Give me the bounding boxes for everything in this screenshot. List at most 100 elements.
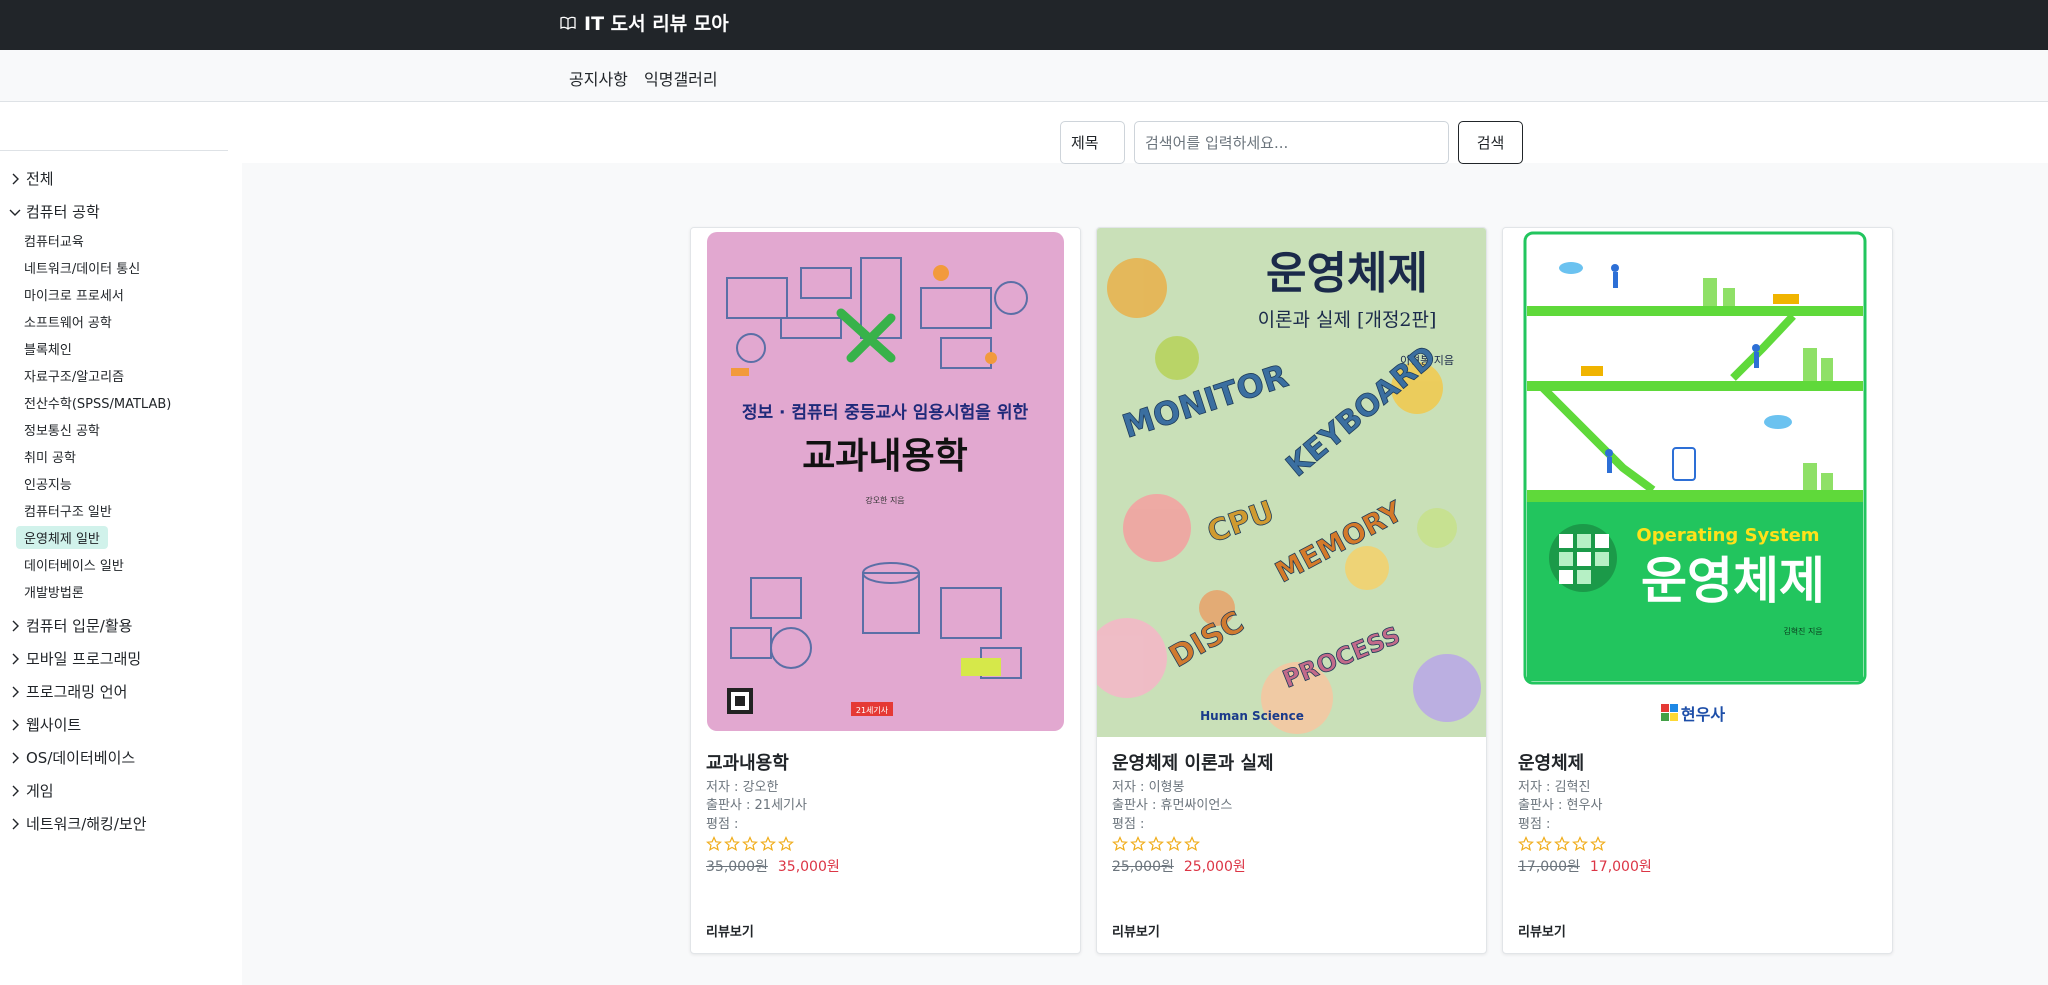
category-mobile-programming[interactable]: 모바일 프로그래밍 [8,648,141,669]
view-review-link[interactable]: 리뷰보기 [1518,921,1566,940]
category-sidebar: 전체 컴퓨터 공학 컴퓨터교육 네트워크/데이터 통신 마이크로 프로세서 소프… [0,102,228,985]
chevron-right-icon [12,719,19,730]
cover-title: 교과내용학 [802,436,968,477]
category-game[interactable]: 게임 [8,780,54,801]
star-outline-icon [1554,836,1570,852]
book-author: 저자 : 김혁진 [1518,780,1591,795]
subcategory-item[interactable]: 네트워크/데이터 통신 [24,258,140,277]
rating-stars [706,836,794,852]
cover-subtitle: 정보 · 컴퓨터 중등교사 임용시험을 위한 [742,402,1029,423]
subcategory-item[interactable]: 소프트웨어 공학 [24,312,112,331]
cover-background [707,232,1064,731]
cover-title: 운영체제 [1641,552,1825,610]
book-price: 17,000원 17,000원 [1518,856,1652,876]
top-navbar: IT 도서 리뷰 모아 [0,0,2048,50]
cover-publisher: Human Science [1200,709,1304,723]
category-label: 네트워크/해킹/보안 [26,815,147,833]
book-card[interactable]: 운영체제 이론과 실제 [개정2판] 이형봉 지음 MONITOR KEYBOA… [1096,227,1487,954]
book-price: 25,000원 25,000원 [1112,856,1246,876]
category-website[interactable]: 웹사이트 [8,714,81,735]
chevron-right-icon [12,653,19,664]
brand-title: IT 도서 리뷰 모아 [584,13,729,35]
star-outline-icon [1590,836,1606,852]
search-filter-select[interactable]: 제목 [1060,121,1125,164]
subcategory-item[interactable]: 전산수학(SPSS/MATLAB) [24,393,171,412]
chevron-right-icon [12,752,19,763]
sale-price: 25,000원 [1183,859,1246,875]
category-label: 컴퓨터 입문/활용 [26,617,133,635]
subcategory-item[interactable]: 컴퓨터교육 [24,231,84,250]
book-publisher: 출판사 : 휴먼싸이언스 [1112,798,1233,813]
category-computer-engineering[interactable]: 컴퓨터 공학 [8,201,100,222]
star-outline-icon [1518,836,1534,852]
star-outline-icon [1130,836,1146,852]
star-outline-icon [1536,836,1552,852]
search-button[interactable]: 검색 [1458,121,1523,164]
category-label: 프로그래밍 언어 [26,683,128,701]
category-label: 전체 [26,170,54,188]
cover-author: 김혁진 지음 [1783,626,1822,636]
book-card[interactable]: Operating System 운영체제 김혁진 지음 현우사 운영체제 저자… [1502,227,1893,954]
cover-publisher: 21세기사 [856,706,889,715]
nav-link-gallery[interactable]: 익명갤러리 [644,66,718,90]
subcategory-item[interactable]: 블록체인 [24,339,72,358]
rating-stars [1112,836,1200,852]
book-rating-label: 평점 : [1518,817,1551,832]
original-price: 35,000원 [706,859,768,875]
subcategory-item[interactable]: 인공지능 [24,474,72,493]
star-outline-icon [706,836,722,852]
category-programming-language[interactable]: 프로그래밍 언어 [8,681,127,702]
book-cover-image: 운영체제 이론과 실제 [개정2판] 이형봉 지음 MONITOR KEYBOA… [1097,228,1486,737]
subcategory-item-active[interactable]: 운영체제 일반 [16,526,108,549]
book-cover-image: Operating System 운영체제 김혁진 지음 현우사 [1503,228,1892,737]
subcategory-item[interactable]: 자료구조/알고리즘 [24,366,124,385]
book-icon [560,16,576,30]
sale-price: 17,000원 [1589,859,1652,875]
star-outline-icon [724,836,740,852]
star-outline-icon [778,836,794,852]
chevron-down-icon [9,209,21,216]
book-author: 저자 : 이형봉 [1112,780,1185,795]
category-all[interactable]: 전체 [8,168,54,189]
star-outline-icon [1184,836,1200,852]
star-outline-icon [1112,836,1128,852]
category-network-security[interactable]: 네트워크/해킹/보안 [8,813,147,834]
book-rating-label: 평점 : [706,817,739,832]
category-os-database[interactable]: OS/데이터베이스 [8,747,135,768]
search-input[interactable] [1134,121,1449,164]
book-title[interactable]: 교과내용학 [706,749,789,775]
rating-stars [1518,836,1606,852]
subcategory-item[interactable]: 컴퓨터구조 일반 [24,501,112,520]
original-price: 17,000원 [1518,859,1580,875]
star-outline-icon [1572,836,1588,852]
category-computer-intro[interactable]: 컴퓨터 입문/활용 [8,615,132,636]
nav-link-notice[interactable]: 공지사항 [569,66,628,90]
star-outline-icon [760,836,776,852]
book-cover-image: 정보 · 컴퓨터 중등교사 임용시험을 위한 교과내용학 강오한 지음 21세기… [691,228,1080,737]
cover-publisher: 현우사 [1681,705,1725,724]
subcategory-item[interactable]: 정보통신 공학 [24,420,100,439]
book-rating-label: 평점 : [1112,817,1145,832]
category-label: OS/데이터베이스 [26,749,136,767]
cover-title: 운영체제 [1266,248,1428,299]
chevron-right-icon [12,785,19,796]
chevron-right-icon [12,686,19,697]
sidebar-divider [0,150,228,151]
view-review-link[interactable]: 리뷰보기 [706,921,754,940]
subcategory-item[interactable]: 개발방법론 [24,582,84,601]
view-review-link[interactable]: 리뷰보기 [1112,921,1160,940]
cover-tagline: Operating System [1636,525,1819,546]
sub-navbar: 공지사항 익명갤러리 [0,50,2048,102]
subcategory-item[interactable]: 취미 공학 [24,447,76,466]
book-title[interactable]: 운영체제 [1518,749,1584,775]
book-card[interactable]: 정보 · 컴퓨터 중등교사 임용시험을 위한 교과내용학 강오한 지음 21세기… [690,227,1081,954]
book-title[interactable]: 운영체제 이론과 실제 [1112,749,1274,775]
chevron-right-icon [12,818,19,829]
category-label: 컴퓨터 공학 [26,203,100,221]
original-price: 25,000원 [1112,859,1174,875]
brand-link[interactable]: IT 도서 리뷰 모아 [560,9,729,36]
book-price: 35,000원 35,000원 [706,856,840,876]
subcategory-item[interactable]: 마이크로 프로세서 [24,285,124,304]
cover-subtitle: 이론과 실제 [개정2판] [1258,309,1437,331]
subcategory-item[interactable]: 데이터베이스 일반 [24,555,124,574]
